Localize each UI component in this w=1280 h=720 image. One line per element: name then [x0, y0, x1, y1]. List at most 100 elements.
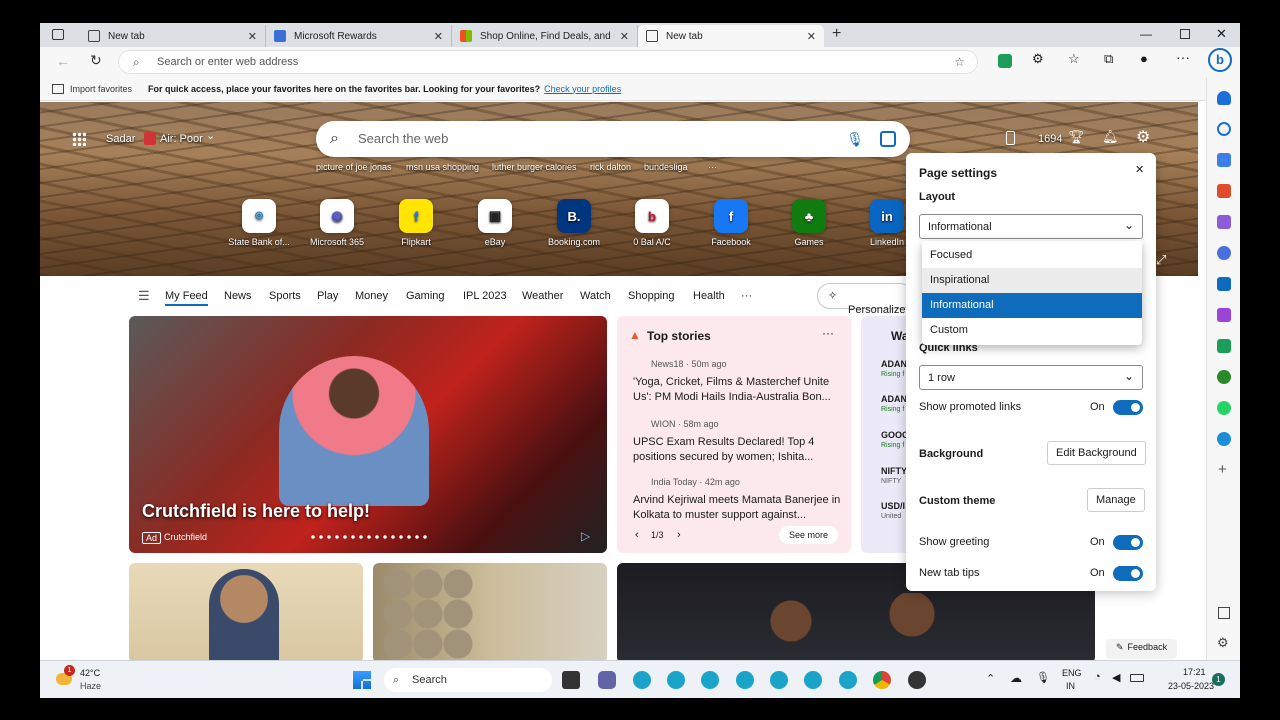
close-icon[interactable]: ✕ [620, 30, 629, 43]
quicklink-0-bal[interactable]: b0 Bal A/C [617, 199, 687, 247]
nav-shopping[interactable]: Shopping [628, 290, 675, 302]
nav-money[interactable]: Money [355, 290, 388, 302]
tree-icon[interactable] [1217, 370, 1231, 384]
close-window-button[interactable]: ✕ [1216, 26, 1227, 42]
cloud-icon[interactable]: ☁ [1010, 671, 1022, 685]
tab-new-2[interactable]: New tab ✕ [638, 25, 824, 47]
sidebar-toggle-icon[interactable] [1218, 607, 1230, 619]
edge-icon[interactable] [736, 671, 754, 689]
check-profiles-link[interactable]: Check your profiles [544, 84, 621, 94]
nav-gaming[interactable]: Gaming [406, 290, 445, 302]
nav-sports[interactable]: Sports [269, 290, 301, 302]
story-headline[interactable]: UPSC Exam Results Declared! Top 4 positi… [633, 435, 843, 465]
news-image-card[interactable] [373, 563, 607, 663]
top-stories-title[interactable]: Top stories [647, 329, 711, 343]
bing-icon[interactable]: b [1208, 48, 1232, 72]
battery-icon[interactable] [1130, 674, 1144, 682]
nav-news[interactable]: News [224, 290, 252, 302]
more-options-icon[interactable]: ··· [822, 326, 834, 340]
more-suggestions-icon[interactable]: ··· [708, 162, 717, 172]
bell-icon[interactable] [1217, 91, 1231, 105]
taskview-icon[interactable] [562, 671, 580, 689]
add-icon[interactable]: + [1218, 461, 1227, 478]
language-secondary[interactable]: IN [1066, 681, 1075, 691]
nav-weather[interactable]: Weather [522, 290, 563, 302]
nav-watch[interactable]: Watch [580, 290, 611, 302]
close-icon[interactable]: ✕ [248, 30, 257, 43]
microphone-icon[interactable]: 🎙 [846, 121, 864, 157]
whatsapp-icon[interactable] [1217, 401, 1231, 415]
next-icon[interactable]: › [677, 529, 681, 541]
import-favorites-button[interactable]: Import favorites [70, 84, 132, 94]
story-headline[interactable]: 'Yoga, Cricket, Films & Masterchef Unite… [633, 375, 843, 405]
nav-play[interactable]: Play [317, 290, 338, 302]
edge-icon[interactable] [667, 671, 685, 689]
expand-icon[interactable]: ⤢ [1156, 252, 1166, 268]
quicklink-games[interactable]: ♣ Games [774, 199, 844, 247]
edit-background-button[interactable]: Edit Background [1047, 441, 1146, 465]
add-favorite-icon[interactable]: ☆ [954, 51, 965, 73]
tips-toggle[interactable] [1113, 566, 1143, 581]
extensions-icon[interactable]: ⚙ [1032, 51, 1044, 67]
quicklink-sbi[interactable]: ⌾ State Bank of... [224, 199, 294, 247]
chevron-up-icon[interactable]: ⌃ [986, 672, 995, 685]
profile-icon[interactable]: ● [1140, 51, 1148, 66]
windows-start-icon[interactable] [353, 671, 371, 689]
layout-select[interactable]: Informational ⌄ [919, 214, 1143, 239]
minimize-button[interactable]: — [1140, 27, 1152, 41]
watch-symbol[interactable]: NIFTY [881, 466, 907, 476]
notification-badge[interactable]: 1 [1212, 673, 1225, 686]
adchoices-icon[interactable]: ▷ [581, 529, 590, 543]
manage-button[interactable]: Manage [1087, 488, 1145, 512]
suggestion-item[interactable]: picture of joe jonas [316, 162, 392, 172]
watch-symbol[interactable]: ADAN [881, 394, 907, 404]
location-label[interactable]: Sadar [106, 133, 135, 145]
layout-option-custom[interactable]: Custom [922, 318, 1142, 343]
quick-links-select[interactable]: 1 row ⌄ [919, 365, 1143, 390]
edge-icon[interactable] [839, 671, 857, 689]
quicklink-booking[interactable]: B. Booking.com [539, 199, 609, 247]
greeting-toggle[interactable] [1113, 535, 1143, 550]
chevron-down-icon[interactable]: ⌄ [206, 129, 215, 142]
feedback-button[interactable]: ✎ Feedback [1106, 639, 1178, 659]
hamburger-icon[interactable]: ☰ [138, 288, 150, 304]
menu-icon[interactable]: ··· [1176, 49, 1190, 65]
gear-icon[interactable]: ⚙ [1136, 127, 1150, 147]
web-search-box[interactable]: ⌕ Search the web 🎙 [316, 121, 910, 157]
tab-actions-icon[interactable] [52, 29, 64, 40]
personalize-button[interactable]: ✧ Personalize [817, 283, 913, 316]
games-icon[interactable] [1217, 215, 1231, 229]
edge-icon[interactable] [701, 671, 719, 689]
outlook-icon[interactable] [1217, 277, 1231, 291]
suggestion-item[interactable]: rick dalton [590, 162, 631, 172]
language-primary[interactable]: ENG [1062, 668, 1082, 678]
gear-icon[interactable]: ⚙ [1217, 635, 1229, 651]
tab-microsoft-rewards[interactable]: Microsoft Rewards ✕ [266, 25, 452, 47]
close-icon[interactable]: ✕ [1135, 163, 1144, 176]
layout-option-focused[interactable]: Focused [922, 243, 1142, 268]
microsoft365-icon[interactable] [1217, 246, 1231, 260]
nav-more[interactable]: ··· [741, 290, 752, 302]
clock-time[interactable]: 17:21 [1183, 667, 1206, 677]
layout-option-informational[interactable]: Informational [922, 293, 1142, 318]
taskbar-search[interactable]: ⌕ Search [384, 668, 552, 692]
suggestion-item[interactable]: msn usa shopping [406, 162, 479, 172]
app-icon[interactable] [908, 671, 926, 689]
nav-my-feed[interactable]: My Feed [165, 290, 208, 306]
extension-icon[interactable] [998, 54, 1012, 68]
watch-symbol[interactable]: GOOG [881, 430, 909, 440]
news-image-card[interactable] [129, 563, 363, 663]
designer-icon[interactable] [1217, 308, 1231, 322]
watch-symbol[interactable]: USD/I [881, 501, 905, 511]
collections-icon[interactable]: ⧉ [1104, 51, 1113, 67]
volume-icon[interactable]: ◀ [1112, 671, 1120, 684]
chat-icon[interactable] [598, 671, 616, 689]
nav-ipl[interactable]: IPL 2023 [463, 290, 507, 302]
tab-shop-online[interactable]: Shop Online, Find Deals, and Co ✕ [452, 25, 638, 47]
bell-icon[interactable]: 🔔︎ [1102, 129, 1119, 145]
chrome-icon[interactable] [873, 671, 891, 689]
visual-search-icon[interactable] [880, 131, 896, 147]
nav-health[interactable]: Health [693, 290, 725, 302]
layout-option-inspirational[interactable]: Inspirational [922, 268, 1142, 293]
refresh-button[interactable]: ↻ [90, 52, 102, 69]
